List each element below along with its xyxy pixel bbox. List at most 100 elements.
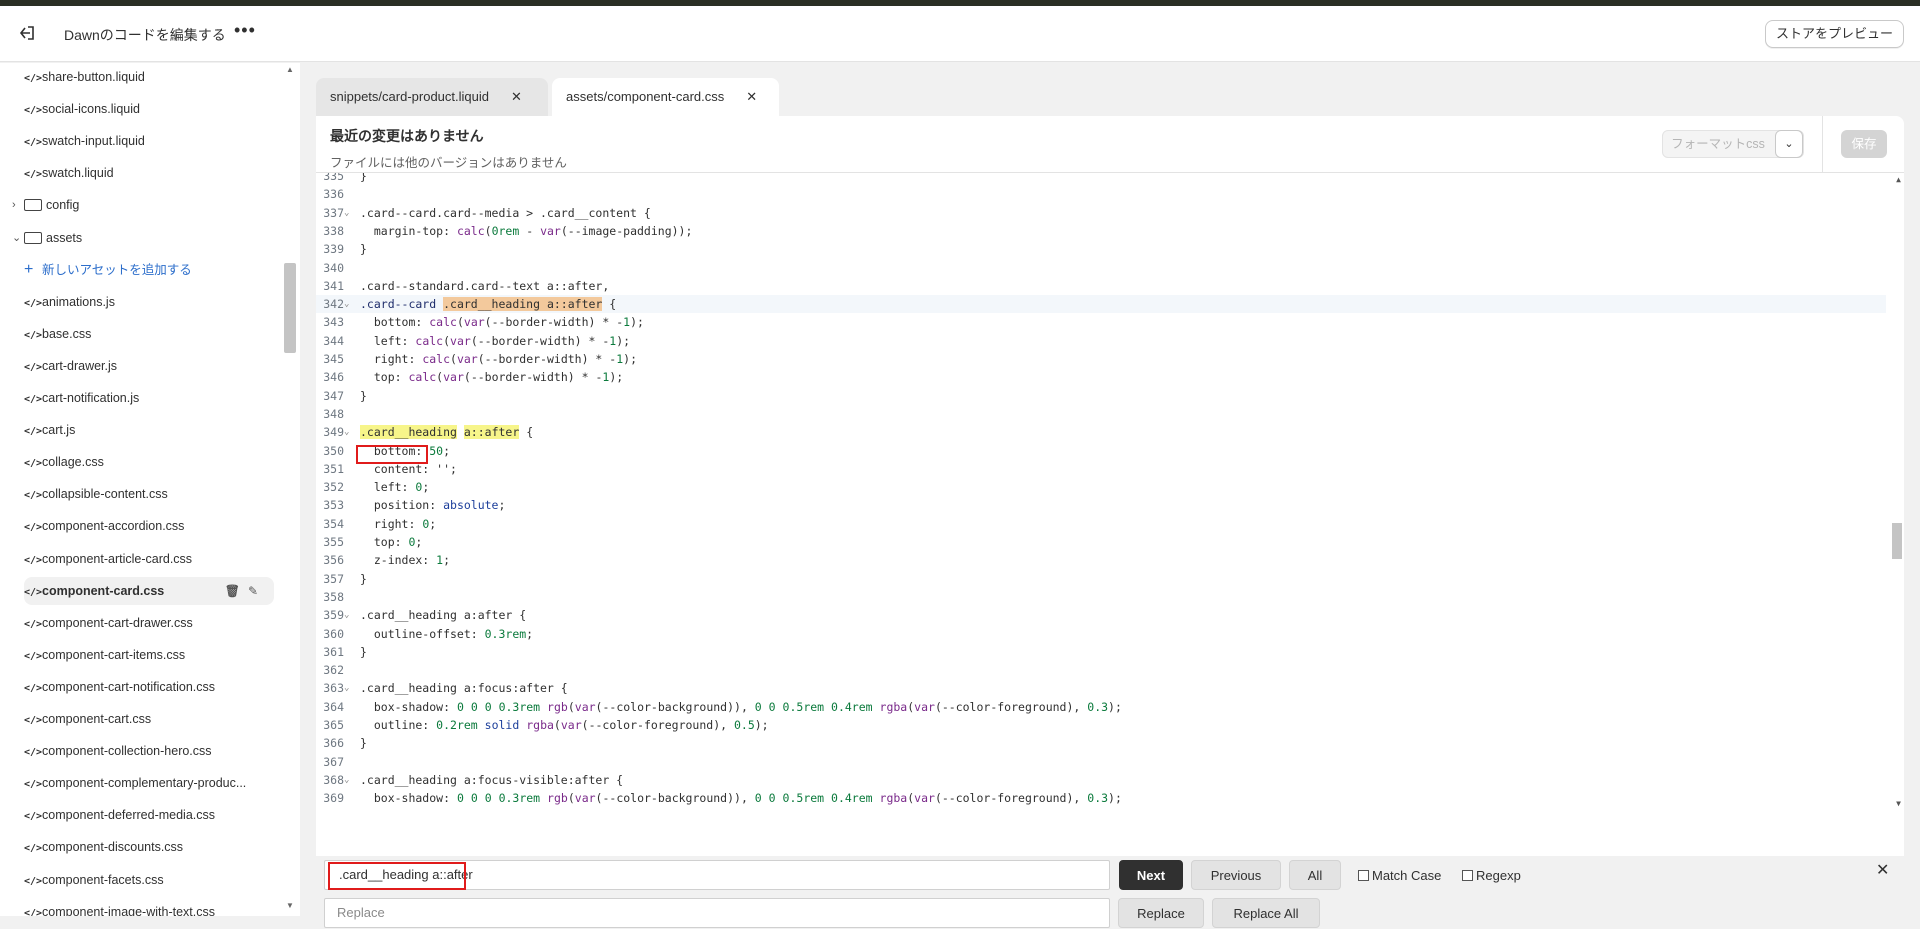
- fold-chevron-icon[interactable]: ⌄: [344, 679, 356, 697]
- replace-button[interactable]: Replace: [1118, 898, 1204, 928]
- find-previous-button[interactable]: Previous: [1191, 860, 1281, 890]
- code-line[interactable]: 339}: [316, 240, 1886, 258]
- code-line[interactable]: 348: [316, 405, 1886, 423]
- code-line[interactable]: 337 ⌄ .card--card.card--media > .card__con…: [316, 204, 1886, 222]
- code-line[interactable]: 370 outline: 0.2rem solid rgba(var(--col…: [316, 808, 1886, 813]
- code-line[interactable]: 349 ⌄ .card__heading a::after {: [316, 423, 1886, 441]
- code-line[interactable]: 350 bottom: 50;: [316, 442, 1886, 460]
- fold-chevron-icon[interactable]: ⌄: [344, 204, 356, 222]
- regexp-checkbox[interactable]: Regexp: [1462, 868, 1521, 883]
- code-line[interactable]: 360 outline-offset: 0.3rem;: [316, 625, 1886, 643]
- code-line[interactable]: 364 box-shadow: 0 0 0 0.3rem rgb(var(--c…: [316, 698, 1886, 716]
- close-icon[interactable]: ✕: [1876, 860, 1889, 880]
- sidebar-file-item[interactable]: </>animations.js: [24, 288, 274, 316]
- match-case-checkbox[interactable]: Match Case: [1358, 868, 1441, 883]
- sidebar-file-item[interactable]: </>collage.css: [24, 448, 274, 476]
- code-scrollbar-thumb[interactable]: [1892, 523, 1902, 559]
- scroll-down-arrow-icon[interactable]: ▼: [1896, 799, 1901, 808]
- code-line[interactable]: 353 position: absolute;: [316, 496, 1886, 514]
- code-editor[interactable]: 335} 336 337 ⌄ .card--card.card--media > .ca…: [316, 172, 1904, 812]
- scroll-up-arrow-icon[interactable]: ▲: [1896, 175, 1901, 184]
- fold-chevron-icon[interactable]: ⌄: [344, 295, 356, 313]
- code-line[interactable]: 354 right: 0;: [316, 515, 1886, 533]
- sidebar-file-item[interactable]: </>component-article-card.css: [24, 545, 274, 573]
- sidebar-file-item[interactable]: </>swatch-input.liquid: [24, 127, 274, 155]
- code-line[interactable]: 356 z-index: 1;: [316, 551, 1886, 569]
- sidebar-file-item[interactable]: </>collapsible-content.css: [24, 480, 274, 508]
- code-line[interactable]: 346 top: calc(var(--border-width) * -1);: [316, 368, 1886, 386]
- code-line[interactable]: 335}: [316, 173, 1886, 185]
- trash-icon[interactable]: 🗑: [225, 584, 248, 598]
- add-asset-link[interactable]: + 新しいアセットを追加する: [24, 256, 274, 284]
- sidebar-file-item[interactable]: </>component-discounts.css: [24, 833, 274, 861]
- code-line[interactable]: 359 ⌄ .card__heading a:after {: [316, 606, 1886, 624]
- sidebar-file-item-active[interactable]: </>component-card.css 🗑✎: [24, 576, 274, 605]
- find-all-button[interactable]: All: [1289, 860, 1341, 890]
- sidebar-file-item[interactable]: </>component-cart.css: [24, 705, 274, 733]
- sidebar-file-item[interactable]: </>component-collection-hero.css: [24, 737, 274, 765]
- sidebar-file-item[interactable]: </>component-deferred-media.css: [24, 801, 274, 829]
- sidebar-file-item[interactable]: </>cart.js: [24, 416, 274, 444]
- sidebar-file-item[interactable]: </>component-facets.css: [24, 866, 274, 894]
- find-next-button[interactable]: Next: [1119, 860, 1183, 890]
- code-line[interactable]: 358: [316, 588, 1886, 606]
- sidebar-scrollbar[interactable]: [284, 263, 296, 353]
- sidebar-file-item[interactable]: </>component-cart-items.css: [24, 641, 274, 669]
- code-line[interactable]: 344 left: calc(var(--border-width) * -1)…: [316, 332, 1886, 350]
- exit-icon[interactable]: [18, 24, 38, 44]
- sidebar-file-item[interactable]: </>cart-notification.js: [24, 384, 274, 412]
- tab-card-product[interactable]: snippets/card-product.liquid ✕: [316, 78, 548, 116]
- sidebar-file-item[interactable]: </>component-cart-drawer.css: [24, 609, 274, 637]
- fold-chevron-icon[interactable]: ⌄: [344, 606, 356, 624]
- sidebar-file-item[interactable]: </>swatch.liquid: [24, 159, 274, 187]
- code-line[interactable]: 357}: [316, 570, 1886, 588]
- code-line[interactable]: 355 top: 0;: [316, 533, 1886, 551]
- code-line[interactable]: 367: [316, 753, 1886, 771]
- chevron-down-icon[interactable]: ⌄: [12, 224, 26, 252]
- code-line[interactable]: 345 right: calc(var(--border-width) * -1…: [316, 350, 1886, 368]
- replace-all-button[interactable]: Replace All: [1212, 898, 1320, 928]
- close-icon[interactable]: ✕: [746, 89, 757, 104]
- preview-store-button[interactable]: ストアをプレビュー: [1764, 20, 1904, 48]
- replace-input[interactable]: Replace: [324, 898, 1110, 928]
- tab-component-card[interactable]: assets/component-card.css ✕: [552, 78, 779, 116]
- chevron-right-icon[interactable]: ›: [12, 191, 26, 219]
- code-line[interactable]: 342 ⌄ .card--card .card__heading a::after …: [316, 295, 1886, 314]
- pencil-icon[interactable]: ✎: [248, 584, 266, 598]
- code-line[interactable]: 368 ⌄ .card__heading a:focus-visible:after…: [316, 771, 1886, 789]
- fold-chevron-icon[interactable]: ⌄: [344, 423, 356, 441]
- format-css-button[interactable]: フォーマットcss ⌄: [1662, 130, 1804, 158]
- code-line[interactable]: 347}: [316, 387, 1886, 405]
- sidebar-folder-assets[interactable]: ⌄ assets: [12, 224, 274, 252]
- checkbox-box[interactable]: [1358, 870, 1369, 881]
- sidebar-file-item[interactable]: </>base.css: [24, 320, 274, 348]
- code-line[interactable]: 365 outline: 0.2rem solid rgba(var(--col…: [316, 716, 1886, 734]
- sidebar-file-item[interactable]: </>share-button.liquid: [24, 63, 274, 91]
- more-actions-icon[interactable]: •••: [234, 20, 256, 41]
- code-line[interactable]: 341 .card--standard.card--text a::after,: [316, 277, 1886, 295]
- code-line[interactable]: 361}: [316, 643, 1886, 661]
- close-icon[interactable]: ✕: [511, 89, 522, 104]
- sidebar-folder-config[interactable]: › config: [12, 191, 274, 219]
- sidebar-file-item[interactable]: </>cart-drawer.js: [24, 352, 274, 380]
- code-line[interactable]: 366}: [316, 734, 1886, 752]
- sidebar-file-item[interactable]: </>social-icons.liquid: [24, 95, 274, 123]
- code-line[interactable]: 352 left: 0;: [316, 478, 1886, 496]
- sidebar-file-item[interactable]: </>component-image-with-text.css: [24, 898, 274, 916]
- checkbox-box[interactable]: [1462, 870, 1473, 881]
- scroll-up-arrow-icon[interactable]: ▲: [286, 65, 294, 74]
- chevron-down-icon[interactable]: ⌄: [1775, 130, 1803, 158]
- sidebar-file-item[interactable]: </>component-cart-notification.css: [24, 673, 274, 701]
- code-line[interactable]: 338 margin-top: calc(0rem - var(--image-…: [316, 222, 1886, 240]
- code-line[interactable]: 362: [316, 661, 1886, 679]
- fold-chevron-icon[interactable]: ⌄: [344, 771, 356, 789]
- scroll-down-arrow-icon[interactable]: ▼: [286, 901, 294, 910]
- sidebar-file-item[interactable]: </>component-accordion.css: [24, 512, 274, 540]
- code-line[interactable]: 351 content: '';: [316, 460, 1886, 478]
- code-line[interactable]: 343 bottom: calc(var(--border-width) * -…: [316, 313, 1886, 331]
- sidebar-file-item[interactable]: </>component-complementary-produc...: [24, 769, 274, 797]
- save-button[interactable]: 保存: [1841, 130, 1887, 158]
- code-line[interactable]: 363 ⌄ .card__heading a:focus:after {: [316, 679, 1886, 697]
- code-line[interactable]: 340: [316, 259, 1886, 277]
- code-line[interactable]: 369 box-shadow: 0 0 0 0.3rem rgb(var(--c…: [316, 789, 1886, 807]
